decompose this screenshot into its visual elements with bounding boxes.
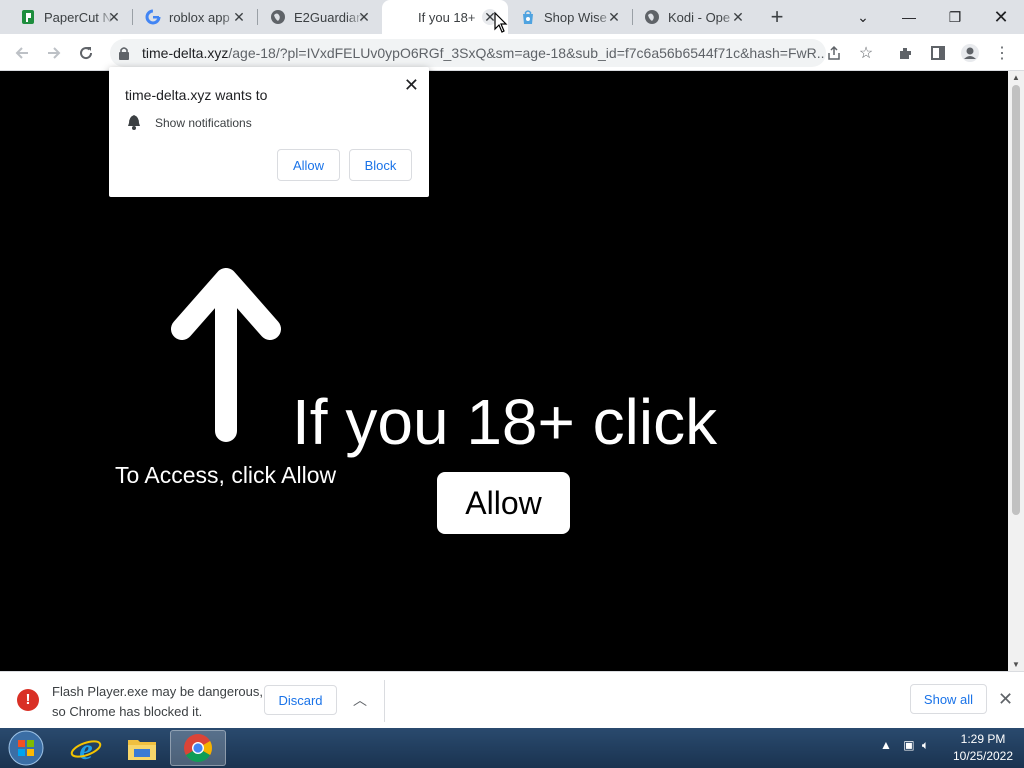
scroll-up-arrow-icon[interactable]: ▲ xyxy=(1012,73,1020,82)
side-panel-icon[interactable] xyxy=(926,41,950,65)
tab-title: If you 18+ xyxy=(418,9,476,25)
page-scrollbar[interactable]: ▲ ▼ xyxy=(1008,71,1024,671)
warning-line-1: Flash Player.exe may be dangerous, xyxy=(52,684,264,699)
close-tab-icon[interactable]: ✕ xyxy=(730,9,746,25)
notification-permission-popup: time-delta.xyz wants to ✕ Show notificat… xyxy=(109,67,429,197)
page-headline: If you 18+ click xyxy=(292,386,718,458)
clock-time: 1:29 PM xyxy=(960,732,1006,746)
clock-date: 10/25/2022 xyxy=(952,749,1014,763)
reload-icon[interactable] xyxy=(74,41,98,65)
permission-block-button[interactable]: Block xyxy=(349,149,412,181)
up-arrow-icon xyxy=(171,268,281,442)
taskbar-file-explorer[interactable] xyxy=(114,730,170,766)
restore-button[interactable]: ❐ xyxy=(940,4,970,30)
tab-strip: PaperCut N ✕ roblox app ✕ E2Guardian ✕ I… xyxy=(0,0,1024,34)
taskbar-internet-explorer[interactable]: e xyxy=(58,730,114,766)
extensions-icon[interactable] xyxy=(894,41,918,65)
close-tab-icon[interactable]: ✕ xyxy=(606,9,622,25)
start-button[interactable] xyxy=(6,729,46,767)
tab-title: roblox app xyxy=(169,9,230,25)
minimize-button[interactable]: — xyxy=(894,4,924,30)
tab-kodi[interactable]: Kodi - Ope ✕ xyxy=(624,0,756,34)
tab-shop-wise[interactable]: Shop Wise ✕ xyxy=(500,0,632,34)
permission-description: Show notifications xyxy=(155,116,252,130)
tab-papercut[interactable]: PaperCut N ✕ xyxy=(0,0,132,34)
papercut-icon xyxy=(20,9,36,25)
folder-icon xyxy=(128,740,156,760)
tab-title: Shop Wise xyxy=(544,9,607,25)
chevron-up-icon[interactable]: ︿ xyxy=(353,690,367,710)
svg-text:e: e xyxy=(79,733,92,764)
internet-explorer-icon: e xyxy=(70,733,102,764)
tab-e2guardian[interactable]: E2Guardian ✕ xyxy=(250,0,382,34)
url-path: /age-18/?pl=IVxdFELUv0ypO6RGf_3SxQ&sm=ag… xyxy=(228,45,826,61)
new-tab-button[interactable]: + xyxy=(766,6,788,29)
tab-title: PaperCut N xyxy=(44,9,112,25)
warning-line-2: so Chrome has blocked it. xyxy=(52,704,203,719)
show-all-button[interactable]: Show all xyxy=(910,684,987,714)
tab-search-chevron-icon[interactable]: ⌄ xyxy=(848,4,878,30)
volume-icon[interactable]: 🔈︎ xyxy=(922,738,929,752)
permission-allow-button[interactable]: Allow xyxy=(277,149,340,181)
show-hidden-icons-icon[interactable]: ▲ xyxy=(880,738,892,752)
globe-icon xyxy=(644,9,660,25)
tab-title: Kodi - Ope xyxy=(668,9,731,25)
address-bar[interactable]: time-delta.xyz/age-18/?pl=IVxdFELUv0ypO6… xyxy=(110,39,826,67)
scroll-down-arrow-icon[interactable]: ▼ xyxy=(1012,660,1020,669)
forward-icon[interactable] xyxy=(42,41,66,65)
close-tab-icon[interactable]: ✕ xyxy=(106,9,122,25)
shelf-divider xyxy=(384,680,385,722)
close-icon[interactable]: ✕ xyxy=(404,75,419,96)
close-shelf-icon[interactable]: ✕ xyxy=(998,689,1013,710)
more-menu-icon[interactable]: ⋮ xyxy=(990,41,1014,65)
system-clock[interactable]: 1:29 PM 10/25/2022 xyxy=(948,731,1018,765)
network-icon[interactable]: ▣ xyxy=(903,738,914,752)
tab-roblox[interactable]: roblox app ✕ xyxy=(125,0,257,34)
url-host: time-delta.xyz xyxy=(142,45,229,61)
download-shelf: ! Flash Player.exe may be dangerous, so … xyxy=(0,671,1024,728)
back-icon[interactable] xyxy=(10,41,34,65)
close-tab-icon[interactable]: ✕ xyxy=(231,9,247,25)
windows-logo-icon xyxy=(8,730,44,766)
bookmark-star-icon[interactable]: ☆ xyxy=(854,41,878,65)
permission-title: time-delta.xyz wants to xyxy=(125,87,268,103)
share-icon[interactable] xyxy=(822,41,846,65)
profile-avatar-icon[interactable] xyxy=(958,41,982,65)
google-icon xyxy=(145,9,161,25)
fake-allow-button[interactable]: Allow xyxy=(437,472,570,534)
system-tray: ▲ ▣ 🔈︎ xyxy=(880,738,929,753)
lock-icon[interactable] xyxy=(118,46,130,65)
close-window-button[interactable]: ✕ xyxy=(986,4,1016,30)
mouse-cursor-icon xyxy=(494,12,508,33)
shopwise-icon xyxy=(520,9,536,25)
discard-button[interactable]: Discard xyxy=(264,685,337,715)
close-tab-icon[interactable]: ✕ xyxy=(356,9,372,25)
error-icon: ! xyxy=(17,689,39,711)
tab-title: E2Guardian xyxy=(294,9,364,25)
chrome-icon xyxy=(184,734,212,762)
bell-icon xyxy=(128,115,140,130)
tab-active-if-you-18[interactable]: If you 18+ ✕ xyxy=(382,0,508,34)
scrollbar-thumb[interactable] xyxy=(1012,85,1020,515)
download-warning: Flash Player.exe may be dangerous, so Ch… xyxy=(52,682,263,722)
browser-toolbar: time-delta.xyz/age-18/?pl=IVxdFELUv0ypO6… xyxy=(0,34,1024,71)
access-instruction: To Access, click Allow xyxy=(115,462,337,488)
taskbar-chrome[interactable] xyxy=(170,730,226,766)
windows-taskbar: e ▲ ▣ 🔈︎ 1:29 PM 10/25/2022 xyxy=(0,728,1024,768)
globe-icon xyxy=(270,9,286,25)
